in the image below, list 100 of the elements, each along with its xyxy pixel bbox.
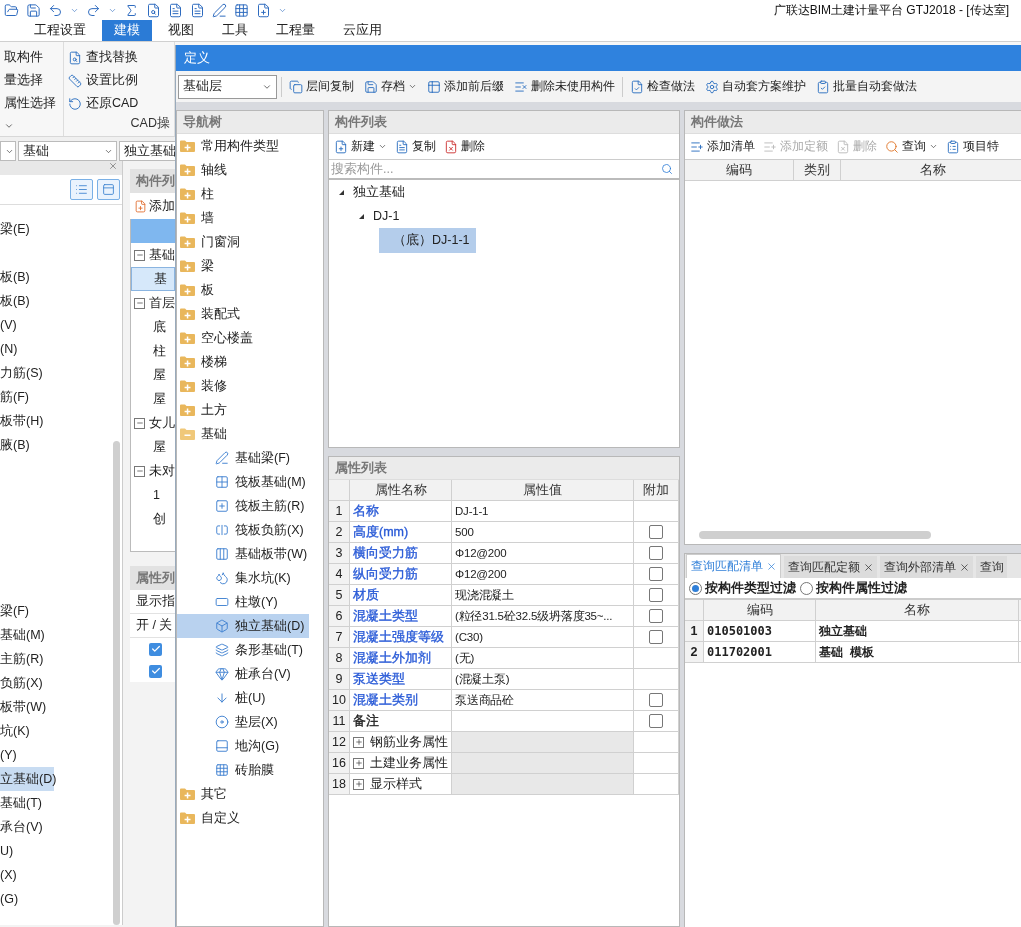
nav-item[interactable]: 装修	[177, 374, 323, 398]
floor-item[interactable]: 创	[131, 507, 175, 531]
component-item[interactable]: 立基础(D)	[0, 767, 54, 791]
query-tab[interactable]: 查询外部清单	[880, 556, 973, 578]
component-item[interactable]: (G)	[0, 887, 54, 911]
floor-item[interactable]: 底	[131, 315, 175, 339]
toolbar-button[interactable]: 添加清单	[687, 134, 758, 159]
checkbox[interactable]	[649, 714, 663, 728]
nav-item[interactable]: 筏板基础(M)	[177, 470, 323, 494]
toolbar-button[interactable]: 检查做法	[627, 74, 698, 99]
toolbar-button[interactable]: 删除未使用构件	[511, 74, 618, 99]
component-item[interactable]: 主筋(R)	[0, 647, 54, 671]
nav-item[interactable]: 轴线	[177, 158, 323, 182]
expand-icon[interactable]	[353, 757, 364, 769]
nav-item[interactable]: 桩承台(V)	[177, 662, 323, 686]
property-value[interactable]: (粒径31.5砼32.5级坍落度35~...	[452, 606, 634, 627]
property-value[interactable]: DJ-1-1	[452, 501, 634, 522]
nav-item[interactable]: 自定义	[177, 806, 323, 830]
expand-arrow-icon[interactable]	[339, 189, 344, 195]
nav-item[interactable]: 柱	[177, 182, 323, 206]
floor-dropdown[interactable]: 基础层	[178, 74, 277, 99]
component-item[interactable]: 筋(F)	[0, 385, 54, 409]
checkbox[interactable]	[649, 630, 663, 644]
sigma-icon[interactable]	[124, 2, 139, 18]
component-item[interactable]: 基础(M)	[0, 623, 54, 647]
radio-icon[interactable]	[689, 581, 702, 595]
component-item[interactable]: 负筋(X)	[0, 671, 54, 695]
collapse-icon[interactable]	[134, 297, 145, 309]
list-view-button[interactable]	[70, 179, 93, 200]
nav-item[interactable]: 筏板主筋(R)	[177, 494, 323, 518]
component-item[interactable]: (V)	[0, 313, 54, 337]
pencil-icon[interactable]	[212, 2, 227, 18]
component-item[interactable]: 梁(F)	[0, 599, 54, 623]
nav-item[interactable]: 基础	[177, 422, 323, 446]
nav-item[interactable]: 常用构件类型	[177, 134, 323, 158]
file-search-icon[interactable]	[146, 2, 161, 18]
property-value[interactable]: Φ12@200	[452, 564, 634, 585]
component-item[interactable]: 腋(B)	[0, 433, 54, 457]
component-item[interactable]: (N)	[0, 337, 54, 361]
redo-icon[interactable]	[86, 2, 101, 18]
checkbox[interactable]	[649, 525, 663, 539]
save-icon[interactable]	[26, 2, 41, 18]
collapse-icon[interactable]	[134, 465, 145, 477]
nav-item[interactable]: 筏板负筋(X)	[177, 518, 323, 542]
component-item[interactable]: (X)	[0, 863, 54, 887]
nav-item[interactable]: 柱墩(Y)	[177, 590, 323, 614]
folder-icon[interactable]	[4, 2, 19, 18]
filter-radio[interactable]: 按构件类型过滤	[689, 579, 796, 597]
nav-item[interactable]: 空心楼盖	[177, 326, 323, 350]
toolbar-button[interactable]: 添加前后缀	[424, 74, 507, 99]
floor-item[interactable]: 未对	[131, 459, 175, 483]
toolbar-button[interactable]: 层间复制	[286, 74, 357, 99]
type-dropdown[interactable]: 基础	[18, 141, 117, 161]
component-item[interactable]: (Y)	[0, 743, 54, 767]
property-value[interactable]: Φ12@200	[452, 543, 634, 564]
close-icon[interactable]	[959, 561, 970, 573]
menu-tab[interactable]: 工具	[210, 20, 260, 41]
toolbar-button[interactable]: 查询	[882, 134, 941, 159]
property-value[interactable]: 现浇混凝土	[452, 585, 634, 606]
property-value[interactable]: (C30)	[452, 627, 634, 648]
floor-item[interactable]: 基础	[131, 243, 175, 267]
nav-item[interactable]: 土方	[177, 398, 323, 422]
grid-icon[interactable]	[234, 2, 249, 18]
menu-tab[interactable]: 视图	[156, 20, 206, 41]
toolbar-button[interactable]: 新建	[331, 134, 390, 159]
nav-item[interactable]: 条形基础(T)	[177, 638, 323, 662]
property-value[interactable]: 泵送商品砼	[452, 690, 634, 711]
checkbox[interactable]	[649, 693, 663, 707]
checkbox[interactable]	[649, 588, 663, 602]
close-icon[interactable]	[863, 561, 874, 573]
floor-item[interactable]: 女儿	[131, 411, 175, 435]
undo-icon[interactable]	[48, 2, 63, 18]
scrollbar[interactable]	[113, 441, 120, 925]
menu-tab[interactable]: 工程设置	[22, 20, 98, 41]
nav-item[interactable]: 其它	[177, 782, 323, 806]
toolbar-button[interactable]: 复制	[392, 134, 439, 159]
toolbar-button[interactable]: 自动套方案维护	[702, 74, 809, 99]
floor-item[interactable]: 基	[131, 267, 175, 291]
nav-item[interactable]: 垫层(X)	[177, 710, 323, 734]
toolbar-button[interactable]: 删除	[441, 134, 488, 159]
menu-tab[interactable]: 建模	[102, 20, 152, 41]
property-value[interactable]: (混凝土泵)	[452, 669, 634, 690]
radio-icon[interactable]	[800, 581, 813, 595]
ribbon-button[interactable]: 查找替换	[68, 46, 170, 69]
floor-item[interactable]: 屋	[131, 435, 175, 459]
floor-item[interactable]: 屋	[131, 387, 175, 411]
tree-item[interactable]: 独立基础	[349, 179, 411, 205]
component-item[interactable]: 梁(E)	[0, 217, 54, 241]
query-tab[interactable]: 查询	[976, 556, 1007, 578]
search-field[interactable]: 搜索构件...	[331, 162, 661, 176]
checkbox[interactable]	[649, 567, 663, 581]
component-item[interactable]: 基础(T)	[0, 791, 54, 815]
collapse-icon[interactable]	[134, 417, 145, 429]
ribbon-button[interactable]: 取构件	[4, 46, 59, 69]
component-item[interactable]: 力筋(S)	[0, 361, 54, 385]
nav-item[interactable]: 地沟(G)	[177, 734, 323, 758]
checkbox[interactable]	[649, 609, 663, 623]
checkbox[interactable]	[149, 664, 162, 678]
nav-item[interactable]: 板	[177, 278, 323, 302]
ribbon-button[interactable]: 设置比例	[68, 69, 170, 92]
